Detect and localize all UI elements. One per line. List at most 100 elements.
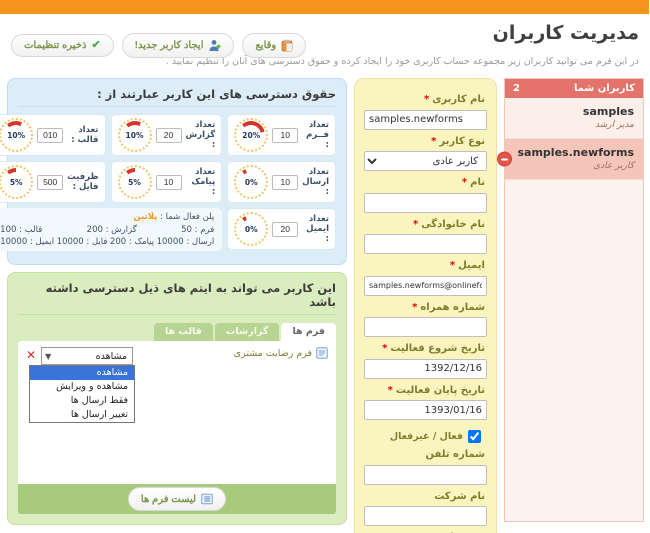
left-column: حقوق دسترسی های این کاربر عبارتند از : ت… bbox=[0, 78, 348, 525]
forms-quota-input[interactable] bbox=[273, 127, 300, 143]
access-item-row: فرم رضایت مشتری bbox=[235, 347, 329, 359]
quota-tile-label: تعداد ارسال : bbox=[303, 167, 330, 197]
users-panel: کاربران شما 2 samples مدیر ارشد samples.… bbox=[498, 78, 645, 522]
end-date-input[interactable] bbox=[365, 400, 488, 420]
permission-option-view-edit[interactable]: مشاهده و ویرایش bbox=[31, 380, 135, 394]
plan-stat: فایل : 10000 bbox=[57, 237, 109, 247]
phone-input[interactable] bbox=[365, 464, 488, 485]
plan-label: پلن فعال شما : bbox=[161, 212, 216, 222]
access-item-name: فرم رضایت مشتری bbox=[234, 347, 313, 359]
quota-tile-reports: تعداد گزارش : 10% bbox=[111, 114, 224, 156]
users-panel-header: کاربران شما 2 bbox=[506, 79, 644, 98]
user-role: مدیر ارشد bbox=[596, 120, 635, 130]
user-add-icon bbox=[209, 39, 222, 52]
permission-dropdown-list: مشاهده مشاهده و ویرایش فقط ارسال ها تغیی… bbox=[30, 365, 137, 423]
quota-panel: حقوق دسترسی های این کاربر عبارتند از : ت… bbox=[0, 78, 348, 265]
save-settings-button[interactable]: ✔ ذخیره تنظیمات bbox=[12, 34, 115, 57]
access-panel-footer: لیست فرم ها bbox=[19, 484, 337, 514]
plan-stat: قالب : 100 bbox=[1, 225, 44, 235]
plan-stat: پیامک : 200 bbox=[110, 237, 156, 247]
users-count-badge: 2 bbox=[514, 83, 521, 94]
quota-tile-label: تعداد فــرم : bbox=[307, 120, 330, 150]
chevron-down-icon: ▼ bbox=[46, 351, 53, 361]
quota-tile-file-capacity: ظرفیت فایل : 5% bbox=[0, 161, 107, 203]
last-name-input[interactable] bbox=[365, 234, 488, 254]
reports-quota-input[interactable] bbox=[156, 127, 183, 143]
emails-quota-input[interactable] bbox=[273, 221, 300, 237]
email-label: ایمیل* bbox=[450, 260, 486, 271]
tab-templates[interactable]: قالب ها bbox=[154, 323, 214, 341]
plan-stat: گزارش : 200 bbox=[87, 225, 138, 235]
plan-stat: ارسال : 10000 bbox=[157, 237, 216, 247]
first-name-input[interactable] bbox=[365, 192, 488, 213]
user-row-samples[interactable]: samples مدیر ارشد bbox=[506, 98, 644, 139]
tab-forms[interactable]: فرم ها bbox=[282, 323, 337, 341]
username-input[interactable] bbox=[365, 109, 488, 130]
sms-usage-gauge: 5% bbox=[118, 165, 153, 199]
quota-tiles-grid: تعداد فــرم : 20% تعداد گزارش : 10% تعدا… bbox=[0, 114, 337, 251]
emails-usage-gauge: 0% bbox=[235, 212, 270, 246]
create-user-button-label: ایجاد کاربر جدید! bbox=[135, 40, 205, 51]
user-role: کاربر عادی bbox=[594, 161, 635, 171]
quota-tile-label: تعداد قالب : bbox=[72, 125, 100, 145]
permission-select[interactable]: مشاهده ▼ bbox=[42, 347, 135, 365]
users-panel-title: کاربران شما bbox=[574, 83, 636, 94]
last-name-label: نام خانوادگی* bbox=[413, 218, 486, 230]
logs-button[interactable]: وقایع bbox=[243, 33, 308, 58]
clipboard-icon bbox=[282, 39, 294, 52]
submissions-quota-input[interactable] bbox=[273, 174, 300, 190]
permission-option-change-submissions[interactable]: تغییر ارسال ها bbox=[31, 408, 135, 422]
username-label: نام کاربری* bbox=[424, 94, 486, 105]
plan-stats-row1: فرم : 50 گزارش : 200 قالب : 100 bbox=[1, 225, 215, 235]
quota-tile-label: تعداد گزارش : bbox=[186, 120, 217, 150]
submissions-usage-gauge: 0% bbox=[235, 165, 270, 199]
start-date-input[interactable] bbox=[365, 358, 488, 379]
page-title: مدیریت کاربران bbox=[493, 22, 640, 44]
list-icon bbox=[202, 493, 214, 505]
remove-user-icon[interactable] bbox=[498, 151, 513, 167]
mobile-label: شماره همراه* bbox=[413, 301, 486, 313]
toolbar: وقایع ایجاد کاربر جدید! ✔ ذخیره تنظیمات bbox=[12, 33, 333, 58]
end-date-label: تاریخ پایان فعالیت* bbox=[388, 384, 486, 396]
permission-option-submissions-only[interactable]: فقط ارسال ها bbox=[31, 394, 135, 408]
active-checkbox[interactable] bbox=[469, 430, 482, 443]
create-user-button[interactable]: ایجاد کاربر جدید! bbox=[122, 33, 236, 58]
top-accent-bar bbox=[0, 0, 650, 14]
user-type-label: نوع کاربر* bbox=[432, 135, 486, 147]
user-row-samples-newforms[interactable]: samples.newforms کاربر عادی bbox=[498, 139, 644, 180]
forms-list-button[interactable]: لیست فرم ها bbox=[128, 487, 228, 511]
quota-tile-submissions: تعداد ارسال : 0% bbox=[228, 161, 337, 203]
quota-tile-templates: تعداد قالب : 10% bbox=[0, 114, 107, 156]
company-input[interactable] bbox=[365, 506, 488, 526]
permission-option-view[interactable]: مشاهده bbox=[31, 366, 136, 380]
plan-stat: ایمیل : 10000 bbox=[1, 237, 56, 247]
user-name: samples.newforms bbox=[518, 146, 636, 159]
access-tabs: فرم ها گزارشات قالب ها bbox=[19, 323, 337, 341]
quota-tile-label: تعداد پیامک : bbox=[192, 167, 217, 197]
forms-list-button-label: لیست فرم ها bbox=[141, 493, 198, 505]
forms-usage-gauge: 20% bbox=[235, 118, 270, 152]
save-settings-button-label: ذخیره تنظیمات bbox=[25, 40, 88, 51]
form-icon bbox=[317, 347, 329, 359]
mobile-input[interactable] bbox=[365, 317, 488, 337]
templates-quota-input[interactable] bbox=[38, 127, 65, 143]
plan-stats-row2: ارسال : 10000 پیامک : 200 فایل : 10000 ا… bbox=[1, 237, 215, 247]
file-capacity-input[interactable] bbox=[38, 174, 65, 190]
remove-access-icon[interactable]: ✕ bbox=[27, 347, 37, 363]
company-label: نام شرکت bbox=[435, 490, 486, 502]
active-checkbox-row: فعال / غیرفعال bbox=[371, 430, 482, 443]
check-icon: ✔ bbox=[92, 39, 102, 51]
email-input[interactable] bbox=[365, 275, 488, 296]
active-plan-box: پلن فعال شما : پلاتین فرم : 50 گزارش : 2… bbox=[0, 208, 224, 251]
active-checkbox-label: فعال / غیرفعال bbox=[390, 431, 464, 442]
plan-stat: فرم : 50 bbox=[182, 225, 216, 235]
user-type-select[interactable]: کاربر عادی bbox=[365, 151, 488, 171]
access-panel: این کاربر می تواند به ایتم های ذیل دسترس… bbox=[8, 272, 348, 525]
quota-panel-title: حقوق دسترسی های این کاربر عبارتند از : bbox=[19, 87, 337, 107]
main-content: کاربران شما 2 samples مدیر ارشد samples.… bbox=[0, 76, 650, 533]
access-panel-title: این کاربر می تواند به ایتم های ذیل دسترس… bbox=[19, 281, 337, 315]
sms-quota-input[interactable] bbox=[156, 174, 183, 190]
templates-usage-gauge: 10% bbox=[0, 118, 35, 152]
tab-reports[interactable]: گزارشات bbox=[215, 323, 281, 341]
phone-label: شماره تلفن bbox=[426, 449, 486, 460]
